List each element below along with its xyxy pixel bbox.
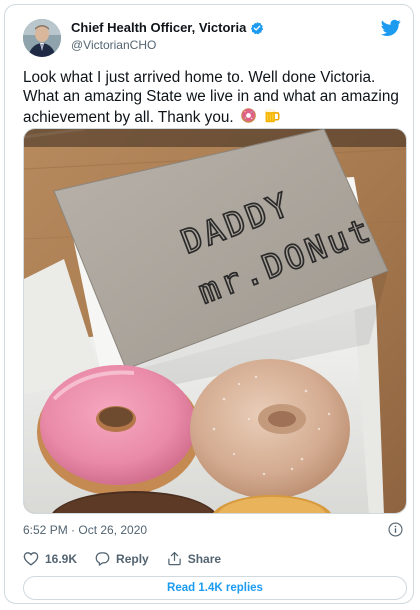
reply-label: Reply	[116, 551, 149, 566]
share-label: Share	[187, 551, 222, 566]
tweet-text: Look what I just arrived home to. Well d…	[23, 68, 405, 127]
like-button[interactable]: 16.9K	[23, 551, 77, 566]
author-handle[interactable]: @VictorianCHO	[71, 38, 156, 52]
beer-mug-emoji-icon	[263, 107, 280, 124]
heart-icon	[23, 552, 39, 566]
tweet-body: Look what I just arrived home to. Well d…	[23, 69, 399, 126]
donut-emoji-icon	[240, 107, 257, 124]
profile-photo-icon[interactable]	[23, 19, 61, 57]
read-replies-button[interactable]: Read 1.4K replies	[23, 576, 407, 600]
reply-icon	[95, 552, 110, 566]
share-button[interactable]: Share	[167, 551, 221, 566]
author-name-row: Chief Health Officer, Victoria	[71, 20, 264, 35]
tweet-card: Chief Health Officer, Victoria @Victoria…	[4, 4, 414, 604]
reply-button[interactable]: Reply	[95, 551, 149, 566]
twitter-bird-icon[interactable]	[381, 19, 401, 37]
share-icon	[167, 551, 181, 566]
tweet-photo[interactable]: DADDY mr.DONut	[23, 128, 407, 514]
verified-badge-icon	[251, 21, 264, 34]
author-display-name[interactable]: Chief Health Officer, Victoria	[71, 20, 246, 35]
tweet-timestamp[interactable]: 6:52 PM · Oct 26, 2020	[23, 523, 147, 537]
info-icon[interactable]	[388, 522, 403, 537]
like-count: 16.9K	[45, 551, 78, 566]
tweet-actions: 16.9K Reply Share	[23, 551, 221, 566]
